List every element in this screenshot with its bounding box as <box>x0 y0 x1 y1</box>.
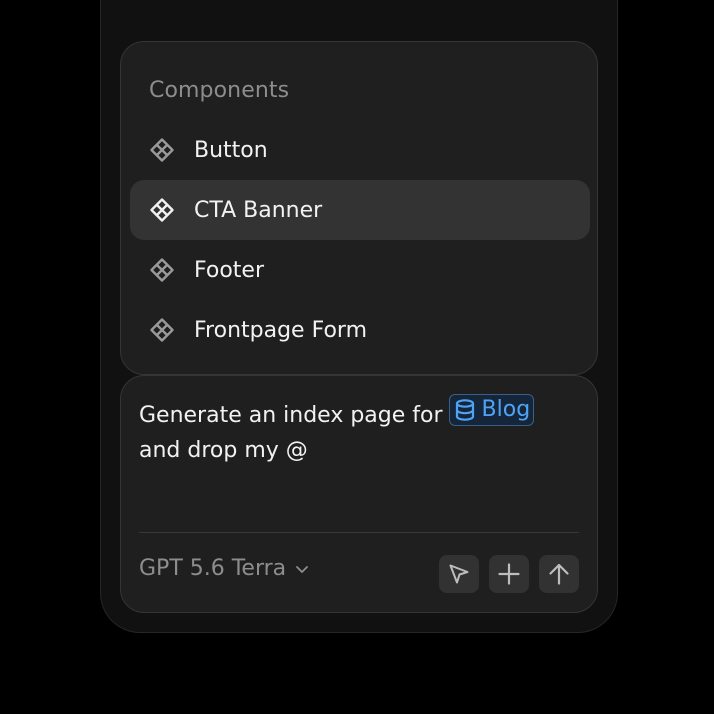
mention-chip-blog[interactable]: Blog <box>448 394 535 426</box>
menu-item-label: Frontpage Form <box>194 317 368 343</box>
components-menu: Components Button CTA Banner Footer Fron… <box>120 41 598 375</box>
menu-item-footer[interactable]: Footer <box>130 240 590 300</box>
menu-item-label: Button <box>194 137 268 163</box>
component-icon <box>149 317 175 343</box>
component-icon <box>149 257 175 283</box>
menu-heading: Components <box>149 78 290 103</box>
cursor-icon <box>447 562 471 586</box>
arrow-up-icon <box>547 562 571 586</box>
menu-item-cta-banner[interactable]: CTA Banner <box>130 180 590 240</box>
composer-actions <box>439 555 579 593</box>
component-icon <box>149 197 175 223</box>
add-button[interactable] <box>489 555 529 593</box>
model-selector[interactable]: GPT 5.6 Terra <box>139 556 310 581</box>
menu-item-button[interactable]: Button <box>130 120 590 180</box>
chevron-down-icon <box>294 561 310 577</box>
prompt-text: Generate an index page for <box>139 403 443 428</box>
divider <box>139 532 579 533</box>
prompt-composer: Generate an index page for Blog and drop m… <box>120 375 598 613</box>
component-icon <box>149 137 175 163</box>
mention-label: Blog <box>481 397 531 422</box>
database-icon <box>455 399 475 421</box>
menu-item-label: CTA Banner <box>194 197 323 223</box>
select-element-button[interactable] <box>439 555 479 593</box>
menu-item-frontpage-form[interactable]: Frontpage Form <box>130 300 590 360</box>
plus-icon <box>497 562 521 586</box>
send-button[interactable] <box>539 555 579 593</box>
menu-item-label: Footer <box>194 257 264 283</box>
prompt-input[interactable]: Generate an index page for Blog and drop m… <box>139 394 579 468</box>
prompt-text-continued: and drop my @ <box>139 438 308 463</box>
model-name: GPT 5.6 Terra <box>139 556 287 581</box>
